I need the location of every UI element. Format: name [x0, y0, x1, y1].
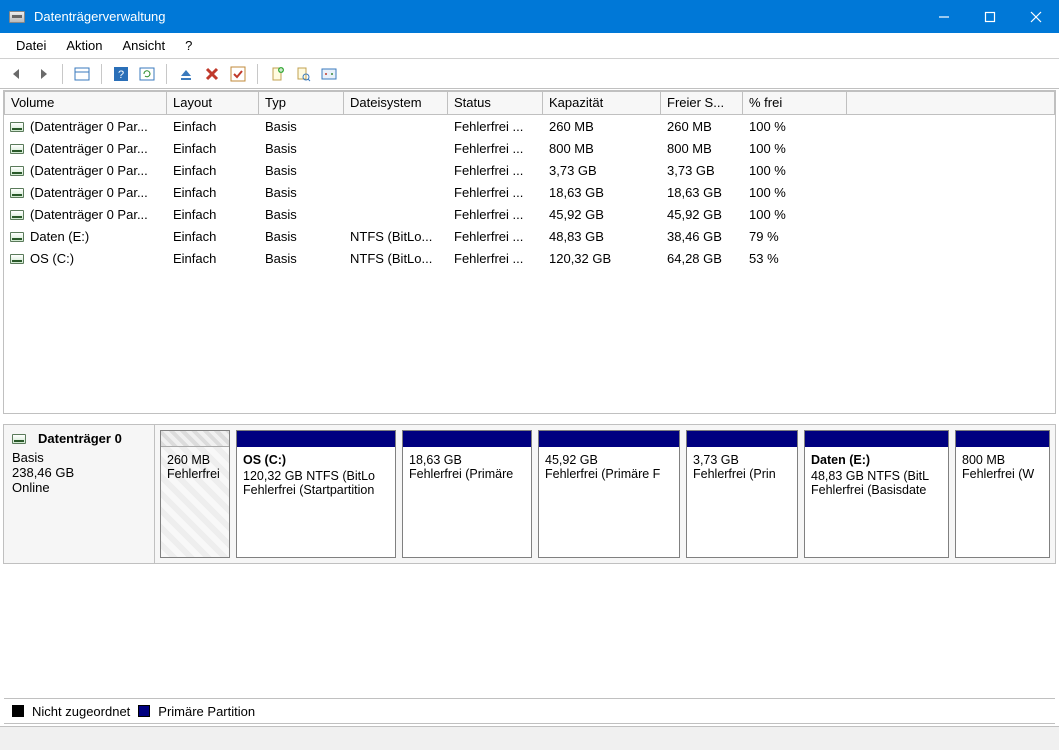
toolbar: ?	[0, 59, 1059, 89]
titlebar: Datenträgerverwaltung	[0, 0, 1059, 33]
partition[interactable]: OS (C:)120,32 GB NTFS (BitLoFehlerfrei (…	[236, 430, 396, 558]
swatch-primary	[138, 705, 150, 717]
table-row[interactable]: (Datenträger 0 Par...EinfachBasisFehlerf…	[4, 181, 1055, 203]
partition[interactable]: 3,73 GBFehlerfrei (Prin	[686, 430, 798, 558]
svg-text:?: ?	[118, 69, 124, 81]
partition[interactable]: 800 MBFehlerfrei (W	[955, 430, 1050, 558]
menu-help[interactable]: ?	[175, 35, 202, 56]
partition[interactable]: 18,63 GBFehlerfrei (Primäre	[402, 430, 532, 558]
legend-primary: Primäre Partition	[158, 704, 255, 719]
disk-info[interactable]: Datenträger 0 Basis 238,46 GB Online	[4, 425, 155, 563]
volume-list: Volume Layout Typ Dateisystem Status Kap…	[3, 90, 1056, 414]
close-button[interactable]	[1013, 0, 1059, 33]
disk-type: Basis	[12, 450, 146, 465]
column-headers: Volume Layout Typ Dateisystem Status Kap…	[4, 91, 1055, 115]
table-row[interactable]: (Datenträger 0 Par...EinfachBasisFehlerf…	[4, 137, 1055, 159]
maximize-button[interactable]	[967, 0, 1013, 33]
partition[interactable]: 260 MBFehlerfrei	[160, 430, 230, 558]
status-bar	[0, 726, 1059, 750]
search-icon[interactable]	[292, 63, 314, 85]
col-capacity[interactable]: Kapazität	[543, 91, 661, 115]
eject-icon[interactable]	[175, 63, 197, 85]
disk-size: 238,46 GB	[12, 465, 146, 480]
col-free[interactable]: Freier S...	[661, 91, 743, 115]
table-row[interactable]: (Datenträger 0 Par...EinfachBasisFehlerf…	[4, 115, 1055, 137]
table-row[interactable]: (Datenträger 0 Par...EinfachBasisFehlerf…	[4, 203, 1055, 225]
col-filesystem[interactable]: Dateisystem	[344, 91, 448, 115]
disk-map: Datenträger 0 Basis 238,46 GB Online 260…	[3, 424, 1056, 564]
menubar: Datei Aktion Ansicht ?	[0, 33, 1059, 59]
menu-file[interactable]: Datei	[6, 35, 56, 56]
menu-view[interactable]: Ansicht	[113, 35, 176, 56]
swatch-unallocated	[12, 705, 24, 717]
col-pctfree[interactable]: % frei	[743, 91, 847, 115]
col-spacer	[847, 91, 1055, 115]
table-row[interactable]: Daten (E:)EinfachBasisNTFS (BitLo...Fehl…	[4, 225, 1055, 247]
minimize-button[interactable]	[921, 0, 967, 33]
partition[interactable]: Daten (E:)48,83 GB NTFS (BitLFehlerfrei …	[804, 430, 949, 558]
disk-state: Online	[12, 480, 146, 495]
disk-label: Datenträger 0	[38, 431, 122, 446]
table-row[interactable]: (Datenträger 0 Par...EinfachBasisFehlerf…	[4, 159, 1055, 181]
forward-button[interactable]	[32, 63, 54, 85]
settings-icon[interactable]	[318, 63, 340, 85]
back-button[interactable]	[6, 63, 28, 85]
legend: Nicht zugeordnet Primäre Partition	[4, 698, 1055, 724]
app-icon	[9, 11, 25, 23]
partition[interactable]: 45,92 GBFehlerfrei (Primäre F	[538, 430, 680, 558]
col-status[interactable]: Status	[448, 91, 543, 115]
check-icon[interactable]	[227, 63, 249, 85]
delete-icon[interactable]	[201, 63, 223, 85]
help-icon[interactable]: ?	[110, 63, 132, 85]
col-layout[interactable]: Layout	[167, 91, 259, 115]
window-title: Datenträgerverwaltung	[34, 9, 921, 24]
col-type[interactable]: Typ	[259, 91, 344, 115]
toolbar-show-hide-icon[interactable]	[71, 63, 93, 85]
col-volume[interactable]: Volume	[4, 91, 167, 115]
menu-action[interactable]: Aktion	[56, 35, 112, 56]
legend-unallocated: Nicht zugeordnet	[32, 704, 130, 719]
new-icon[interactable]	[266, 63, 288, 85]
disk-icon	[12, 434, 26, 444]
refresh-icon[interactable]	[136, 63, 158, 85]
table-row[interactable]: OS (C:)EinfachBasisNTFS (BitLo...Fehlerf…	[4, 247, 1055, 269]
